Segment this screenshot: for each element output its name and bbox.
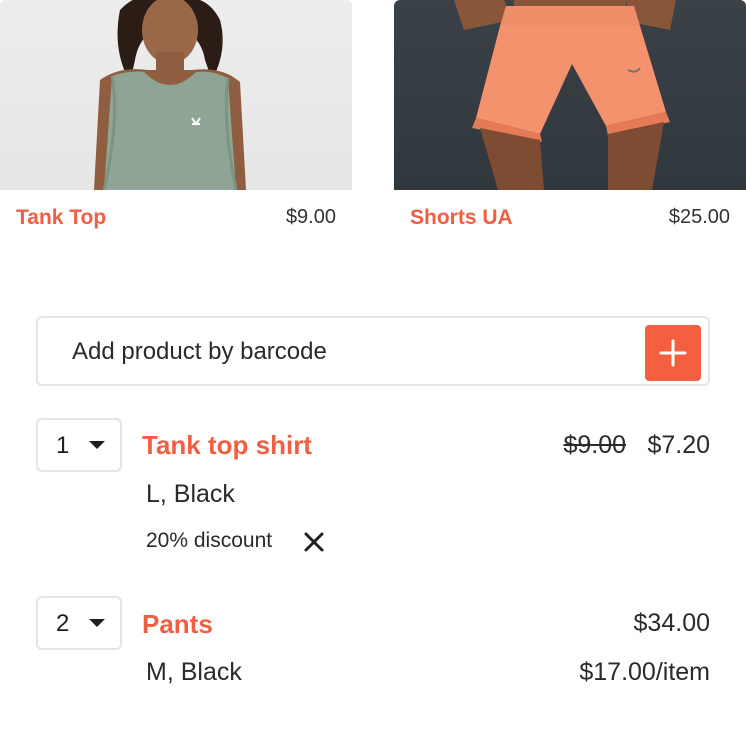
caret-down-icon [89, 619, 105, 627]
quantity-value: 1 [56, 432, 70, 459]
quantity-select[interactable]: 1 [36, 418, 122, 472]
product-price: $25.00 [668, 206, 730, 228]
line-item-name[interactable]: Pants [142, 609, 213, 640]
line-item-name[interactable]: Tank top shirt [142, 430, 312, 461]
barcode-input[interactable] [72, 336, 632, 368]
product-image-tank-top [0, 0, 352, 190]
product-card-tank-top[interactable]: Tank Top $9.00 [0, 0, 352, 229]
tank-top-illustration [94, 0, 246, 190]
product-image-shorts-ua [394, 0, 746, 190]
quantity-select[interactable]: 2 [36, 596, 122, 650]
caret-down-icon [89, 441, 105, 449]
add-product-button[interactable] [645, 325, 701, 381]
line-total: $7.20 [647, 431, 710, 459]
product-card-shorts-ua[interactable]: Shorts UA $25.00 [394, 0, 746, 229]
unit-price: $17.00/item [579, 658, 710, 686]
line-total: $34.00 [633, 609, 710, 637]
shorts-illustration [454, 0, 676, 190]
close-icon[interactable] [302, 530, 326, 554]
original-price: $9.00 [563, 431, 626, 459]
product-name: Tank Top [16, 206, 107, 229]
product-price: $9.00 [285, 206, 336, 228]
line-variant: M, Black [146, 658, 242, 686]
product-name: Shorts UA [410, 206, 513, 229]
line-variant: L, Black [146, 480, 235, 508]
plus-icon [659, 339, 687, 367]
barcode-field [36, 316, 710, 386]
quantity-value: 2 [56, 610, 70, 637]
discount-label: 20% discount [146, 529, 273, 552]
pos-screen: Tank Top $9.00 Shorts UA $25.00 Add prod… [0, 0, 746, 736]
